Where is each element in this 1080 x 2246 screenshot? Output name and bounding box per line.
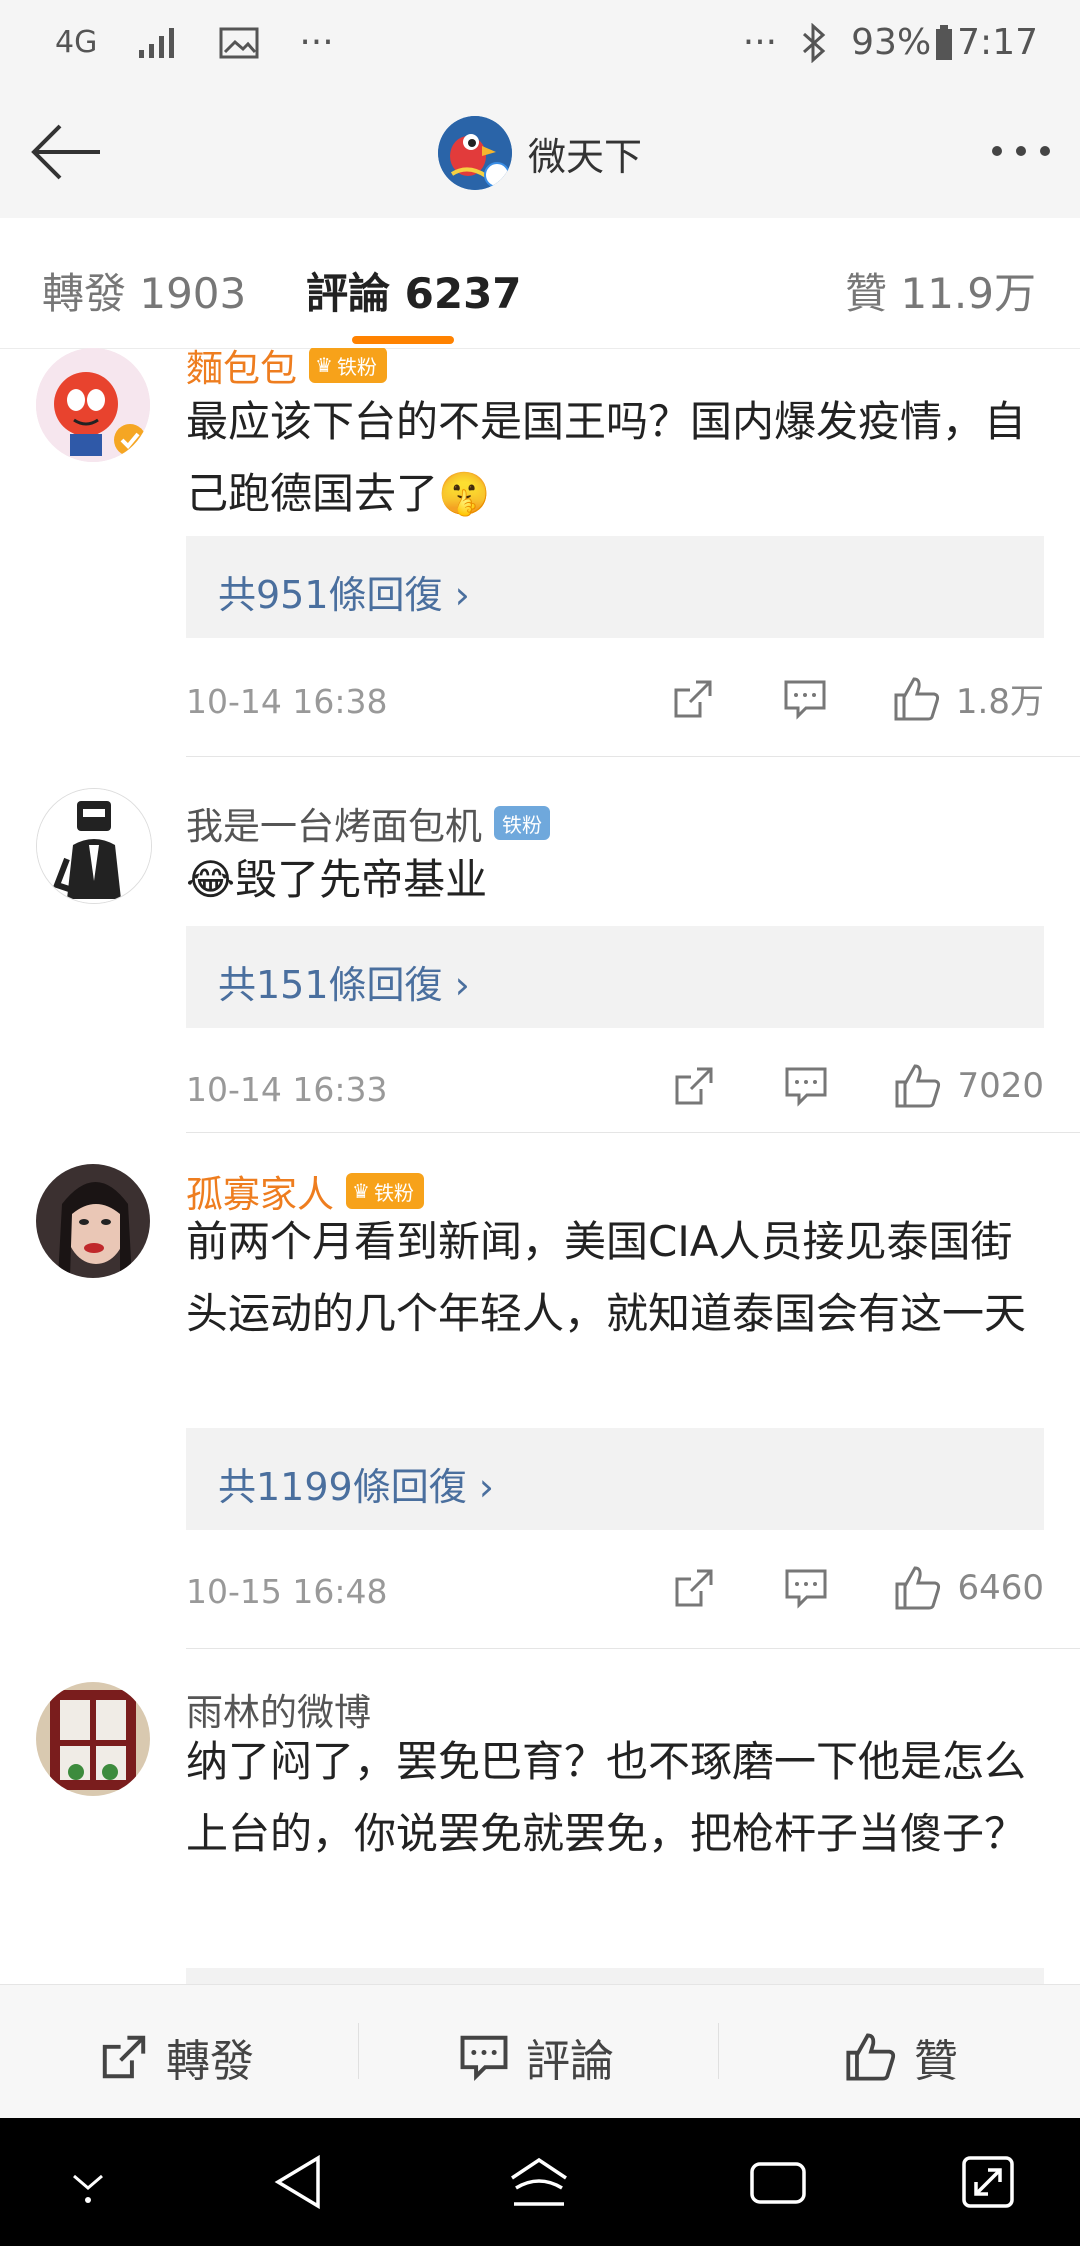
share-icon[interactable] [671, 1565, 717, 1611]
system-navigation-bar [0, 2118, 1080, 2246]
replies-link[interactable] [186, 1968, 1044, 1984]
tab-bar: 轉發 1903 評論 6237 贊 11.9万 [0, 218, 1080, 349]
bluetooth-icon [803, 22, 826, 63]
nav-recents-icon[interactable] [748, 2154, 808, 2210]
notification-more-dots: ··· [299, 22, 334, 63]
status-more-dots: ··· [742, 22, 778, 63]
comment-username[interactable]: 我是一台烤面包机 铁粉 [186, 796, 550, 850]
crown-fan-badge: ♛ 铁粉 [346, 1173, 424, 1209]
comment-time: 10-14 16:38 [186, 682, 388, 721]
back-arrow-icon[interactable] [28, 120, 104, 184]
comment-time: 10-15 16:48 [186, 1572, 388, 1611]
comment-time: 10-14 16:33 [186, 1070, 388, 1109]
comment-button[interactable]: 評論 [458, 2025, 614, 2089]
comment-icon [460, 2035, 508, 2081]
divider [358, 2023, 359, 2079]
like-count: 1.8万 [955, 682, 1044, 722]
fan-badge: 铁粉 [494, 806, 550, 840]
replies-link[interactable]: 共1199條回復 › [186, 1428, 1044, 1530]
comment-text: 😂毁了先帝基业 [186, 855, 488, 904]
comment-icon[interactable] [783, 1063, 829, 1109]
comment-list[interactable]: 麵包包 ♛ 铁粉 最应该下台的不是国王吗？国内爆发疫情，自己跑德国去了🤫 共951… [0, 348, 1080, 1984]
hide-keyboard-icon[interactable] [66, 2154, 110, 2210]
bottom-action-bar: 轉發 評論 贊 [0, 1984, 1080, 2119]
replies-link[interactable]: 共151條回復 › [186, 926, 1044, 1028]
avatar[interactable] [36, 1164, 150, 1278]
like-button[interactable]: 贊 [844, 2025, 958, 2089]
like-count: 6460 [957, 1568, 1044, 1608]
repost-button[interactable]: 轉發 [98, 2025, 254, 2089]
crown-fan-badge: ♛ 铁粉 [309, 348, 387, 383]
like-thumb-icon[interactable] [893, 1062, 943, 1110]
avatar[interactable] [36, 1682, 150, 1796]
share-icon [102, 2035, 146, 2079]
battery-percent: 93% [851, 22, 932, 63]
signal-icon [139, 27, 175, 58]
expand-screen-icon[interactable] [960, 2154, 1016, 2210]
comment-meta: 10-14 16:33 7020 [186, 1062, 1044, 1122]
comment-text: 纳了闷了，罢免巴育？也不琢磨一下他是怎么上台的，你说罢免就罢免，把枪杆子当傻子？ [186, 1737, 1027, 1858]
top-nav-bar: 微天下 [0, 90, 1080, 219]
nav-back-icon[interactable] [272, 2154, 324, 2210]
comment-icon[interactable] [782, 676, 828, 722]
account-title[interactable]: 微天下 [438, 116, 642, 190]
more-options-icon[interactable] [992, 146, 1050, 156]
tab-reposts[interactable]: 轉發 1903 [42, 260, 246, 321]
replies-link[interactable]: 共951條回復 › [186, 536, 1044, 638]
network-indicator: 4G [55, 25, 98, 60]
verified-badge-icon [484, 162, 510, 188]
gallery-icon [219, 27, 259, 58]
status-bar: 4G ··· ··· 93% 7:17 [0, 0, 1080, 90]
divider [186, 1132, 1080, 1133]
share-icon[interactable] [671, 1063, 717, 1109]
like-thumb-icon[interactable] [893, 1564, 943, 1612]
divider [186, 1648, 1080, 1649]
tab-likes[interactable]: 贊 11.9万 [845, 260, 1036, 321]
tab-comments[interactable]: 評論 6237 [306, 260, 522, 321]
comment-text: 最应该下台的不是国王吗？国内爆发疫情，自己跑德国去了🤫 [186, 397, 1027, 518]
avatar[interactable] [36, 348, 150, 462]
comment-meta: 10-14 16:38 1.8万 [186, 674, 1044, 734]
divider [186, 756, 1080, 757]
comment-text: 前两个月看到新闻，美国CIA人员接见泰国街头运动的几个年轻人，就知道泰国会有这一… [186, 1217, 1027, 1338]
comment-icon[interactable] [783, 1565, 829, 1611]
avatar[interactable] [36, 788, 152, 904]
divider [718, 2023, 719, 2079]
like-count: 7020 [957, 1066, 1044, 1106]
page-title: 微天下 [528, 134, 643, 179]
comment-meta: 10-15 16:48 6460 [186, 1564, 1044, 1624]
like-thumb-icon[interactable] [892, 675, 942, 723]
like-thumb-icon [846, 2033, 896, 2081]
battery-icon [936, 24, 953, 60]
clock: 7:17 [957, 22, 1038, 63]
nav-home-icon[interactable] [508, 2154, 570, 2210]
account-logo [438, 116, 512, 190]
share-icon[interactable] [670, 676, 716, 722]
active-tab-indicator [352, 336, 454, 344]
